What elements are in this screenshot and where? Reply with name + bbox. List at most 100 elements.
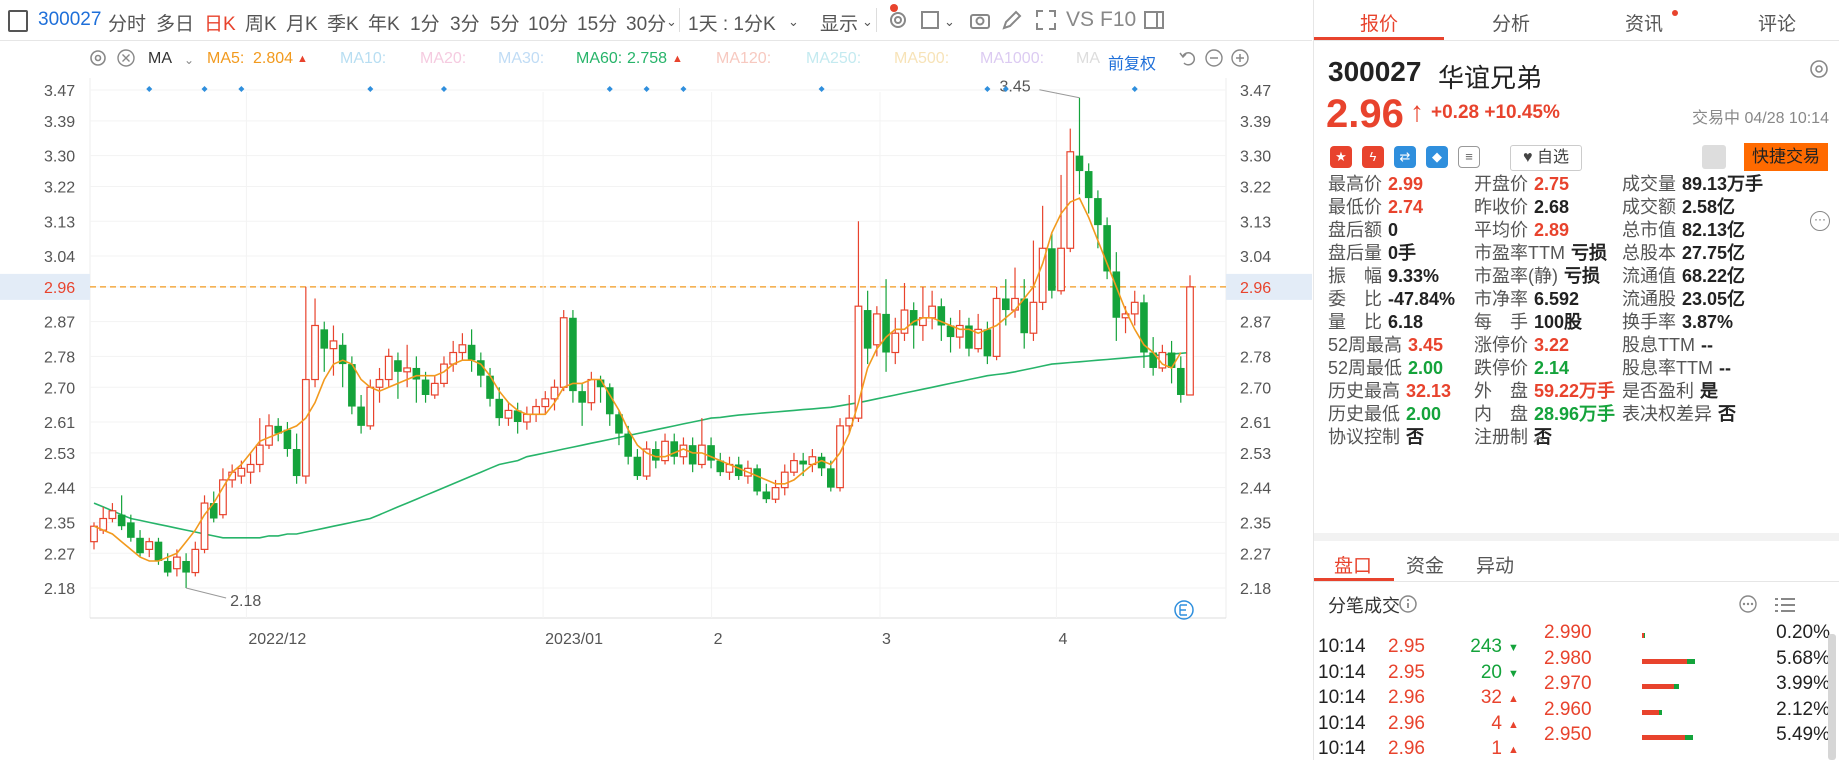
ma-type-select[interactable]: MA <box>148 50 172 68</box>
square-icon[interactable] <box>918 8 942 32</box>
tab-monthly-k[interactable]: 月K <box>286 9 318 36</box>
tab-analysis[interactable]: 分析 <box>1492 9 1530 36</box>
candle-body <box>1075 155 1084 172</box>
panel-tabs: 报价 分析 资讯 评论 <box>1314 0 1839 41</box>
active-tab-underline <box>1314 37 1444 40</box>
candle-body <box>467 344 476 361</box>
tab-30min[interactable]: 30分 <box>626 9 666 36</box>
panel-toggle-icon[interactable] <box>1142 8 1166 32</box>
settings-icon[interactable] <box>88 48 108 68</box>
current-price-label-right: 2.96 <box>1240 280 1271 297</box>
quote-field-value: 2.68 <box>1534 197 1570 217</box>
sidebar-toggle-icon[interactable] <box>8 10 28 32</box>
f10-button[interactable]: F10 <box>1100 8 1136 32</box>
candle <box>375 367 384 403</box>
more-icon[interactable] <box>1738 594 1758 614</box>
x-axis: 2022/12 2023/01 2 3 4 <box>248 631 1067 648</box>
candle-body <box>394 360 402 372</box>
candle-body <box>624 433 632 457</box>
candle-body <box>863 310 872 349</box>
depth-percent: 3.99% <box>1776 673 1830 694</box>
tick-trades-title: 分笔成交 <box>1328 596 1400 616</box>
chevron-down-icon[interactable]: ⌄ <box>666 14 677 30</box>
tab-quarterly-k[interactable]: 季K <box>327 9 359 36</box>
annotations: 3.45 2.18 <box>146 79 1194 620</box>
tab-yidong[interactable]: 异动 <box>1476 551 1514 578</box>
tab-daily-k[interactable]: 日K <box>204 9 236 36</box>
quote-field-value: 2.99 <box>1388 174 1424 194</box>
pencil-icon[interactable] <box>1000 8 1024 32</box>
quote-field-label: 流通值 <box>1622 266 1676 286</box>
info-icon[interactable] <box>1398 594 1418 614</box>
zoom-in-icon[interactable] <box>1230 48 1250 68</box>
camera-icon[interactable] <box>968 8 992 32</box>
trade-volume: 1 <box>1491 738 1502 759</box>
undo-icon[interactable] <box>1178 48 1198 68</box>
scrollbar[interactable] <box>1828 634 1836 760</box>
more-icon[interactable]: ··· <box>1810 211 1830 231</box>
compare-button[interactable]: VS <box>1066 8 1094 32</box>
candle-body <box>127 522 135 538</box>
gear-icon[interactable] <box>886 8 910 32</box>
adjust-select[interactable]: 前复权 <box>1108 50 1156 74</box>
note-icon[interactable]: ≡ <box>1458 146 1480 168</box>
tab-fenshi[interactable]: 分时 <box>108 9 146 36</box>
quote-field-value: 3.87% <box>1682 312 1734 332</box>
tab-duori[interactable]: 多日 <box>156 9 194 36</box>
candle <box>716 452 725 477</box>
trade-time: 10:14 <box>1318 712 1366 734</box>
tab-quote[interactable]: 报价 <box>1360 9 1398 36</box>
close-icon[interactable] <box>116 48 136 68</box>
tab-comments[interactable]: 评论 <box>1758 9 1796 36</box>
tab-3min[interactable]: 3分 <box>450 9 480 36</box>
flag-icon[interactable]: ★ <box>1330 146 1352 168</box>
tab-zijin[interactable]: 资金 <box>1406 551 1444 578</box>
tab-pankou[interactable]: 盘口 <box>1334 551 1372 578</box>
gear-icon[interactable] <box>1808 58 1830 80</box>
candle <box>707 437 715 469</box>
y-tick-label-left: 2.53 <box>44 446 75 463</box>
y-axis: 3.47 3.47 3.39 3.39 3.30 3.30 3.22 3.22 3.13 3.13… <box>0 83 1312 598</box>
candle <box>928 290 937 330</box>
zoom-out-icon[interactable] <box>1204 48 1224 68</box>
candle-body <box>117 514 126 527</box>
quote-field-label: 振 幅 <box>1328 266 1382 286</box>
candle <box>191 541 200 577</box>
tab-15min[interactable]: 15分 <box>577 9 617 36</box>
quote-field-label: 昨收价 <box>1474 197 1528 217</box>
candle-body <box>384 355 393 381</box>
tab-1min[interactable]: 1分 <box>410 9 440 36</box>
list-icon[interactable] <box>1774 596 1796 614</box>
x-tick-label: 2023/01 <box>545 631 603 648</box>
tag-icon[interactable]: ◆ <box>1426 146 1448 168</box>
chevron-down-icon[interactable]: ⌄ <box>788 14 799 30</box>
add-watchlist-button[interactable]: ♥ 自选 <box>1510 145 1582 171</box>
chevron-down-icon[interactable]: ⌄ <box>862 14 873 30</box>
up-triangle-icon: ▲ <box>1508 718 1519 731</box>
event-diamond-icon <box>440 86 447 92</box>
display-menu[interactable]: 显示 <box>820 9 858 36</box>
candle-body <box>1094 198 1102 226</box>
shuffle-icon[interactable]: ⇄ <box>1394 146 1416 168</box>
tab-yearly-k[interactable]: 年K <box>368 9 400 36</box>
tab-weekly-k[interactable]: 周K <box>245 9 277 36</box>
tab-news[interactable]: 资讯 <box>1625 9 1663 36</box>
stock-code-label[interactable]: 300027 <box>38 9 101 31</box>
chevron-down-icon[interactable]: ⌄ <box>184 53 194 67</box>
low-marker-label: 2.18 <box>230 593 261 610</box>
range-select[interactable]: 1天 : 1分K <box>688 9 776 36</box>
quick-trade-button[interactable]: 快捷交易 <box>1744 143 1828 171</box>
quote-field-value: 2.74 <box>1388 197 1424 217</box>
fullscreen-icon[interactable] <box>1034 8 1058 32</box>
lightning-icon[interactable]: ϟ <box>1362 146 1384 168</box>
tab-5min[interactable]: 5分 <box>490 9 520 36</box>
candlestick-chart[interactable]: 3.47 3.47 3.39 3.39 3.30 3.30 3.22 3.22 3.13 3.13… <box>0 78 1312 760</box>
chevron-down-icon[interactable]: ⌄ <box>944 14 955 30</box>
bell-icon[interactable] <box>1702 145 1726 169</box>
chevron-up-icon[interactable] <box>1532 434 1546 444</box>
quote-field-value: 3.22 <box>1534 335 1570 355</box>
quote-field-value: 亏损 <box>1564 266 1600 286</box>
tab-10min[interactable]: 10分 <box>528 9 568 36</box>
candle <box>145 537 154 558</box>
quote-field-value: 否 <box>1406 427 1424 447</box>
